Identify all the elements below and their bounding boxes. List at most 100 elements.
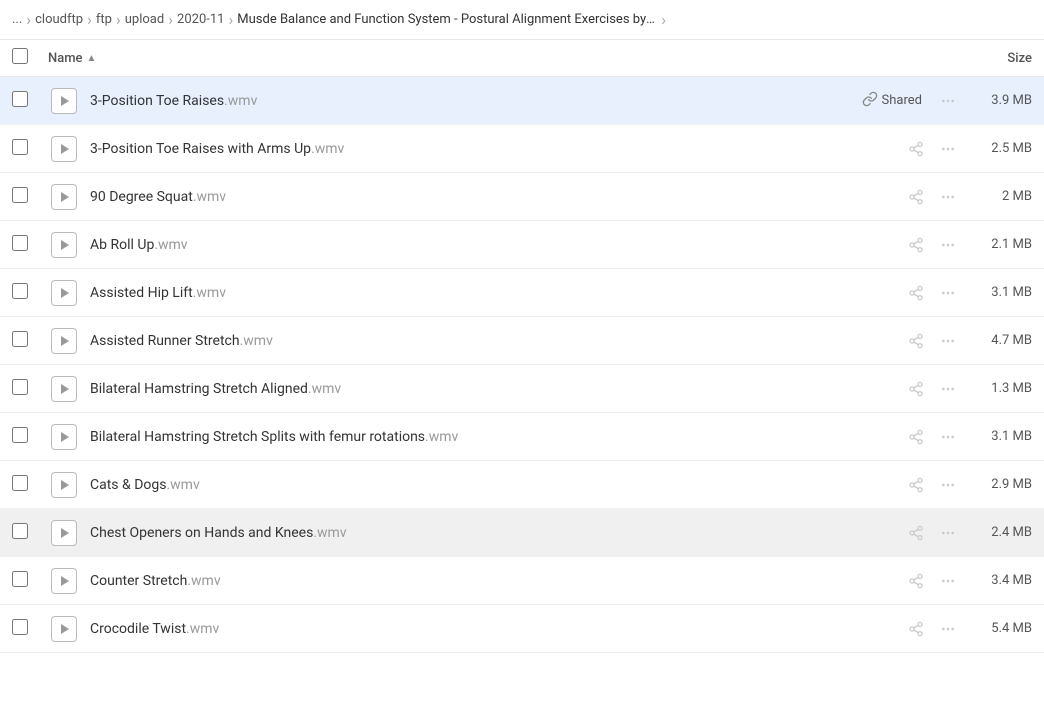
filename-base: Bilateral Hamstring Stretch Aligned	[90, 381, 308, 397]
play-button[interactable]	[51, 232, 77, 258]
more-options-button[interactable]	[934, 327, 962, 355]
share-button[interactable]	[902, 615, 930, 643]
play-icon	[61, 192, 69, 202]
share-button[interactable]	[902, 231, 930, 259]
file-size: 2 MB	[962, 189, 1032, 204]
play-button[interactable]	[51, 568, 77, 594]
shared-badge[interactable]: Shared	[854, 89, 930, 113]
breadcrumb-sep-2: ›	[116, 10, 121, 29]
file-row[interactable]: 3-Position Toe Raises with Arms Up.wmv 2…	[0, 125, 1044, 173]
file-checkbox[interactable]	[12, 427, 28, 443]
share-button[interactable]	[902, 519, 930, 547]
file-row[interactable]: Chest Openers on Hands and Knees.wmv 2.4…	[0, 509, 1044, 557]
file-checkbox[interactable]	[12, 91, 28, 107]
breadcrumb-sep-4: ›	[228, 10, 233, 29]
name-column-header[interactable]: Name ▲	[48, 51, 952, 66]
more-options-button[interactable]	[934, 519, 962, 547]
play-icon	[61, 96, 69, 106]
breadcrumb-sep-1: ›	[87, 10, 92, 29]
file-size: 5.4 MB	[962, 621, 1032, 636]
play-icon	[61, 144, 69, 154]
file-checkbox[interactable]	[12, 379, 28, 395]
filename-base: 90 Degree Squat	[90, 189, 193, 205]
play-button[interactable]	[51, 472, 77, 498]
play-button[interactable]	[51, 184, 77, 210]
filename-ext: .wmv	[308, 381, 341, 397]
share-button[interactable]	[902, 375, 930, 403]
share-button[interactable]	[902, 183, 930, 211]
breadcrumb-upload[interactable]: upload	[125, 12, 164, 27]
row-actions	[822, 231, 962, 259]
file-checkbox[interactable]	[12, 331, 28, 347]
more-options-button[interactable]	[934, 423, 962, 451]
more-options-button[interactable]	[934, 87, 962, 115]
more-options-button[interactable]	[934, 279, 962, 307]
more-options-button[interactable]	[934, 471, 962, 499]
file-checkbox[interactable]	[12, 619, 28, 635]
file-name: 90 Degree Squat.wmv	[80, 189, 822, 205]
file-checkbox[interactable]	[12, 283, 28, 299]
share-button[interactable]	[902, 423, 930, 451]
breadcrumb-sep-0: ›	[26, 10, 31, 29]
filename-ext: .wmv	[240, 333, 273, 349]
select-all-checkbox[interactable]	[12, 48, 28, 64]
file-checkbox[interactable]	[12, 187, 28, 203]
filename-ext: .wmv	[186, 621, 219, 637]
more-options-button[interactable]	[934, 135, 962, 163]
share-button[interactable]	[902, 327, 930, 355]
filename-ext: .wmv	[313, 525, 346, 541]
play-button[interactable]	[51, 88, 77, 114]
breadcrumb-sep-5: ›	[661, 10, 666, 29]
play-icon	[61, 432, 69, 442]
file-row[interactable]: Assisted Runner Stretch.wmv 4.7 MB	[0, 317, 1044, 365]
share-button[interactable]	[902, 567, 930, 595]
breadcrumb-sep-3: ›	[168, 10, 173, 29]
row-actions	[822, 183, 962, 211]
play-button[interactable]	[51, 616, 77, 642]
filename-base: 3-Position Toe Raises	[90, 93, 224, 109]
file-name: Counter Stretch.wmv	[80, 573, 822, 589]
play-button[interactable]	[51, 424, 77, 450]
play-button[interactable]	[51, 280, 77, 306]
file-row[interactable]: Bilateral Hamstring Stretch Aligned.wmv …	[0, 365, 1044, 413]
more-options-button[interactable]	[934, 615, 962, 643]
play-button[interactable]	[51, 328, 77, 354]
row-actions	[822, 375, 962, 403]
filename-ext: .wmv	[224, 93, 257, 109]
more-options-button[interactable]	[934, 375, 962, 403]
row-actions	[822, 423, 962, 451]
play-button[interactable]	[51, 136, 77, 162]
more-options-button[interactable]	[934, 231, 962, 259]
play-icon	[61, 528, 69, 538]
file-checkbox[interactable]	[12, 571, 28, 587]
play-button[interactable]	[51, 520, 77, 546]
share-button[interactable]	[902, 471, 930, 499]
file-row[interactable]: Ab Roll Up.wmv 2.1 MB	[0, 221, 1044, 269]
file-checkbox[interactable]	[12, 235, 28, 251]
breadcrumb-2020-11[interactable]: 2020-11	[177, 12, 224, 27]
share-button[interactable]	[902, 135, 930, 163]
share-button[interactable]	[902, 279, 930, 307]
file-row[interactable]: Crocodile Twist.wmv 5.4 MB	[0, 605, 1044, 653]
file-row[interactable]: 90 Degree Squat.wmv 2 MB	[0, 173, 1044, 221]
file-row[interactable]: Counter Stretch.wmv 3.4 MB	[0, 557, 1044, 605]
play-icon	[61, 624, 69, 634]
breadcrumb-ftp[interactable]: ftp	[96, 12, 112, 27]
more-options-button[interactable]	[934, 183, 962, 211]
file-row[interactable]: Bilateral Hamstring Stretch Splits with …	[0, 413, 1044, 461]
play-button[interactable]	[51, 376, 77, 402]
filename-ext: .wmv	[425, 429, 458, 445]
file-checkbox[interactable]	[12, 523, 28, 539]
filename-base: Counter Stretch	[90, 573, 187, 589]
file-row[interactable]: Assisted Hip Lift.wmv 3.1 MB	[0, 269, 1044, 317]
breadcrumb-cloudftp[interactable]: cloudftp	[35, 12, 83, 27]
size-column-header: Size	[952, 51, 1032, 66]
file-checkbox[interactable]	[12, 475, 28, 491]
more-options-button[interactable]	[934, 567, 962, 595]
file-row[interactable]: 3-Position Toe Raises.wmv Shared 3.9 MB	[0, 77, 1044, 125]
link-icon	[862, 91, 878, 111]
breadcrumb-ellipsis[interactable]: ...	[12, 12, 22, 27]
file-row[interactable]: Cats & Dogs.wmv 2.9 MB	[0, 461, 1044, 509]
file-list: 3-Position Toe Raises.wmv Shared 3.9 MB3…	[0, 77, 1044, 653]
file-checkbox[interactable]	[12, 139, 28, 155]
